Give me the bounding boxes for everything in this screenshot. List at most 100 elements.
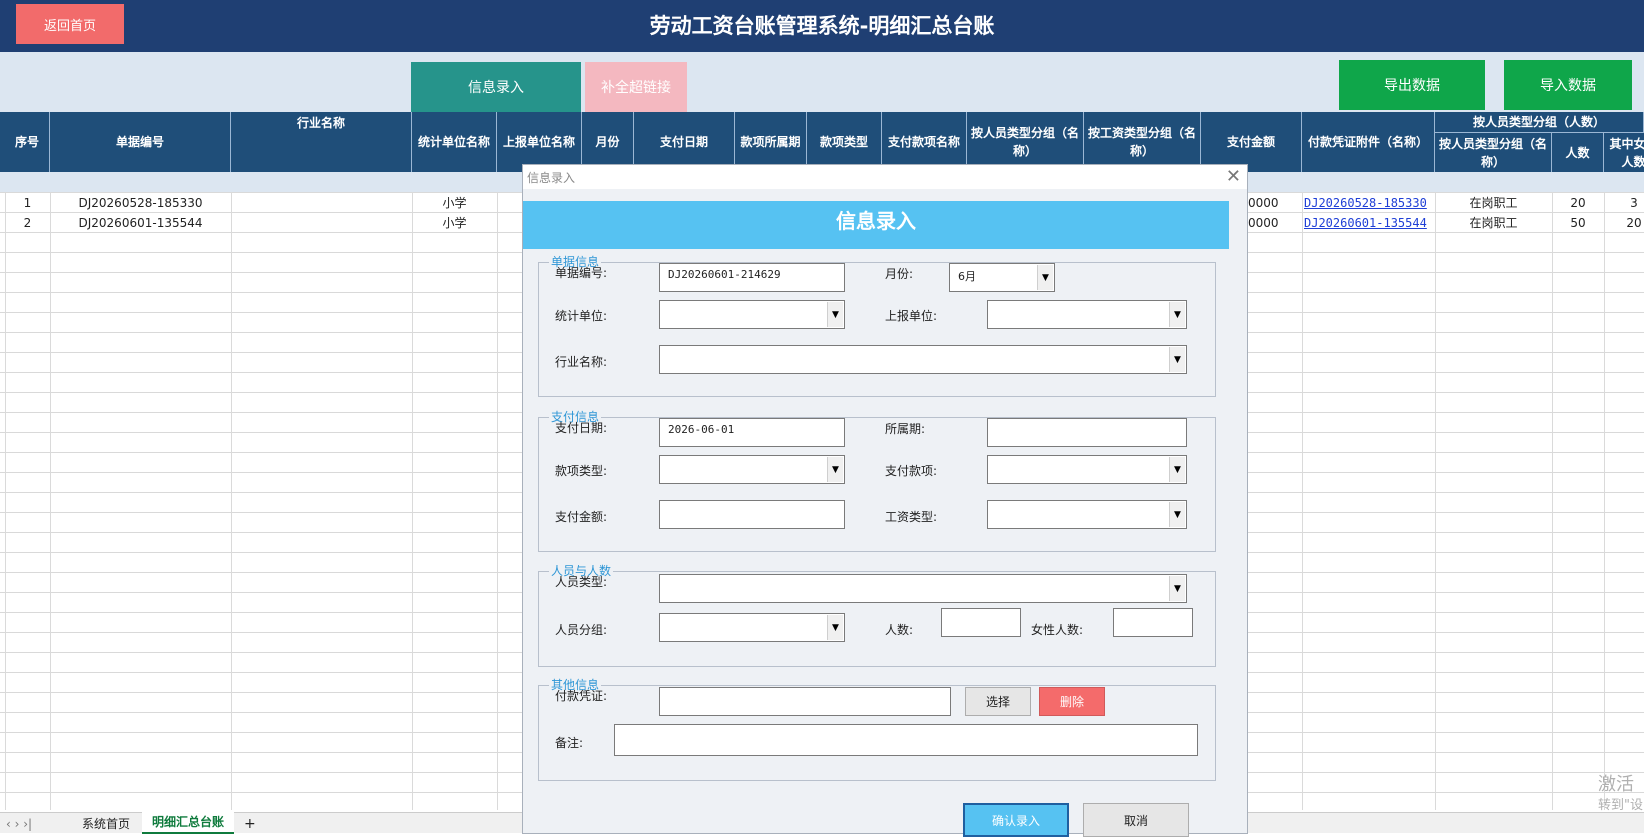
pay-date-field[interactable]: 2026-06-01: [659, 418, 845, 447]
add-sheet-button[interactable]: +: [244, 814, 256, 834]
voucher-label: 付款凭证:: [555, 689, 608, 703]
doc-no-label: 单据编号:: [555, 266, 608, 280]
tab-home[interactable]: 系统首页: [82, 814, 130, 834]
title-bar: [0, 0, 1644, 52]
refill-link-button[interactable]: 补全超链接: [585, 62, 687, 112]
import-button[interactable]: 导入数据: [1504, 60, 1632, 110]
report-unit-label: 上报单位:: [885, 309, 938, 323]
chevron-down-icon[interactable]: ▼: [1037, 265, 1053, 290]
grid-col-line: [497, 192, 498, 810]
count-field[interactable]: [941, 608, 1021, 637]
row2-female: 20: [1626, 216, 1642, 230]
row2-stat-unit: 小学: [442, 216, 467, 230]
amount-label: 支付金额:: [555, 510, 608, 524]
report-unit-select[interactable]: ▼: [987, 300, 1187, 329]
grid-col-line: [412, 192, 413, 810]
col-group-header: 按人员类型分组（人数）: [1435, 112, 1644, 132]
row1-group: 在岗职工: [1469, 196, 1518, 210]
col-pay-type: 款项类型: [807, 112, 882, 172]
industry-select[interactable]: ▼: [659, 345, 1187, 374]
grid-col-line: [231, 192, 232, 810]
row1-seq: 1: [23, 196, 32, 210]
col-stat-unit: 统计单位名称: [412, 112, 497, 172]
col-pay-item: 支付款项名称: [882, 112, 967, 172]
chevron-down-icon[interactable]: ▼: [1169, 347, 1185, 372]
grid-col-line: [1435, 192, 1436, 810]
col-wage-group: 按工资类型分组（名称）: [1084, 112, 1201, 172]
female-field[interactable]: [1113, 608, 1193, 637]
person-type-label: 人员类型:: [555, 575, 608, 589]
row2-doc-no: DJ20260601-135544: [78, 216, 203, 230]
doc-info-frame: [538, 262, 1216, 397]
amount-field[interactable]: [659, 500, 845, 529]
person-group-label: 人员分组:: [555, 623, 608, 637]
col-month: 月份: [582, 112, 634, 172]
row1-female: 3: [1630, 196, 1638, 210]
month-label: 月份:: [885, 267, 914, 281]
activation-watermark-2: 转到"设: [1598, 798, 1643, 813]
chevron-down-icon[interactable]: ▼: [1169, 302, 1185, 327]
pay-item-label: 支付款项:: [885, 464, 938, 478]
remark-field[interactable]: [614, 724, 1198, 756]
col-period: 款项所属期: [735, 112, 807, 172]
col-pay-date: 支付日期: [634, 112, 735, 172]
col-sub-group-name: 按人员类型分组（名称）: [1435, 132, 1552, 172]
info-entry-dialog: 信息录入 ✕ 信息录入 单据信息 单据编号: DJ20260601-214629…: [522, 164, 1248, 837]
person-group-select[interactable]: ▼: [659, 613, 845, 642]
pay-date-label: 支付日期:: [555, 421, 608, 435]
grid-col-line: [50, 192, 51, 810]
col-person-group: 按人员类型分组（名称）: [967, 112, 1084, 172]
col-report-unit: 上报单位名称: [497, 112, 582, 172]
row2-seq: 2: [23, 216, 32, 230]
row1-count: 20: [1570, 196, 1586, 210]
col-industry: 行业名称: [231, 112, 412, 172]
voucher-field[interactable]: [659, 687, 951, 716]
dialog-banner: 信息录入: [523, 201, 1229, 249]
row2-count: 50: [1570, 216, 1586, 230]
row2-group: 在岗职工: [1469, 216, 1518, 230]
grid-col-line: [1604, 192, 1605, 810]
month-select-value: 6月: [958, 270, 976, 283]
grid-col-line: [1552, 192, 1553, 810]
period-field[interactable]: [987, 418, 1187, 447]
chevron-down-icon[interactable]: ▼: [1169, 457, 1185, 482]
home-button[interactable]: 返回首页: [16, 4, 124, 44]
dialog-caption-bar: 信息录入 ✕: [523, 165, 1247, 189]
row1-stat-unit: 小学: [442, 196, 467, 210]
chevron-down-icon[interactable]: ▼: [827, 615, 843, 640]
period-label: 所属期:: [885, 422, 926, 436]
grid-col-line: [1302, 192, 1303, 810]
female-label: 女性人数:: [1031, 623, 1084, 637]
row2-amount: 0000: [1248, 216, 1279, 230]
col-amount: 支付金额: [1201, 112, 1302, 172]
stat-unit-select[interactable]: ▼: [659, 300, 845, 329]
row1-voucher-link[interactable]: DJ20260528-185330: [1304, 193, 1434, 213]
wage-type-select[interactable]: ▼: [987, 500, 1187, 529]
doc-no-field[interactable]: DJ20260601-214629: [659, 263, 845, 292]
info-entry-button[interactable]: 信息录入: [411, 62, 581, 112]
row1-doc-no: DJ20260528-185330: [78, 196, 203, 210]
industry-label: 行业名称:: [555, 355, 608, 369]
chevron-down-icon[interactable]: ▼: [1169, 576, 1185, 601]
grid-col-line: [5, 192, 6, 810]
delete-button[interactable]: 删除: [1039, 687, 1105, 716]
person-type-select[interactable]: ▼: [659, 574, 1187, 603]
month-select[interactable]: 6月 ▼: [949, 263, 1055, 292]
stat-unit-label: 统计单位:: [555, 309, 608, 323]
tab-detail[interactable]: 明细汇总台账: [142, 812, 235, 834]
pay-type-label: 款项类型:: [555, 464, 608, 478]
chevron-down-icon[interactable]: ▼: [827, 302, 843, 327]
close-icon[interactable]: ✕: [1226, 166, 1241, 187]
select-button[interactable]: 选择: [965, 687, 1031, 716]
tab-nav-arrows[interactable]: ‹ › ›|: [6, 814, 32, 834]
chevron-down-icon[interactable]: ▼: [827, 457, 843, 482]
chevron-down-icon[interactable]: ▼: [1169, 502, 1185, 527]
col-voucher: 付款凭证附件（名称）: [1302, 112, 1435, 172]
row2-voucher-link[interactable]: DJ20260601-135544: [1304, 213, 1434, 233]
wage-type-label: 工资类型:: [885, 510, 938, 524]
col-doc-no: 单据编号: [50, 112, 231, 172]
pay-item-select[interactable]: ▼: [987, 455, 1187, 484]
count-label: 人数:: [885, 623, 914, 637]
pay-type-select[interactable]: ▼: [659, 455, 845, 484]
export-button[interactable]: 导出数据: [1339, 60, 1485, 110]
